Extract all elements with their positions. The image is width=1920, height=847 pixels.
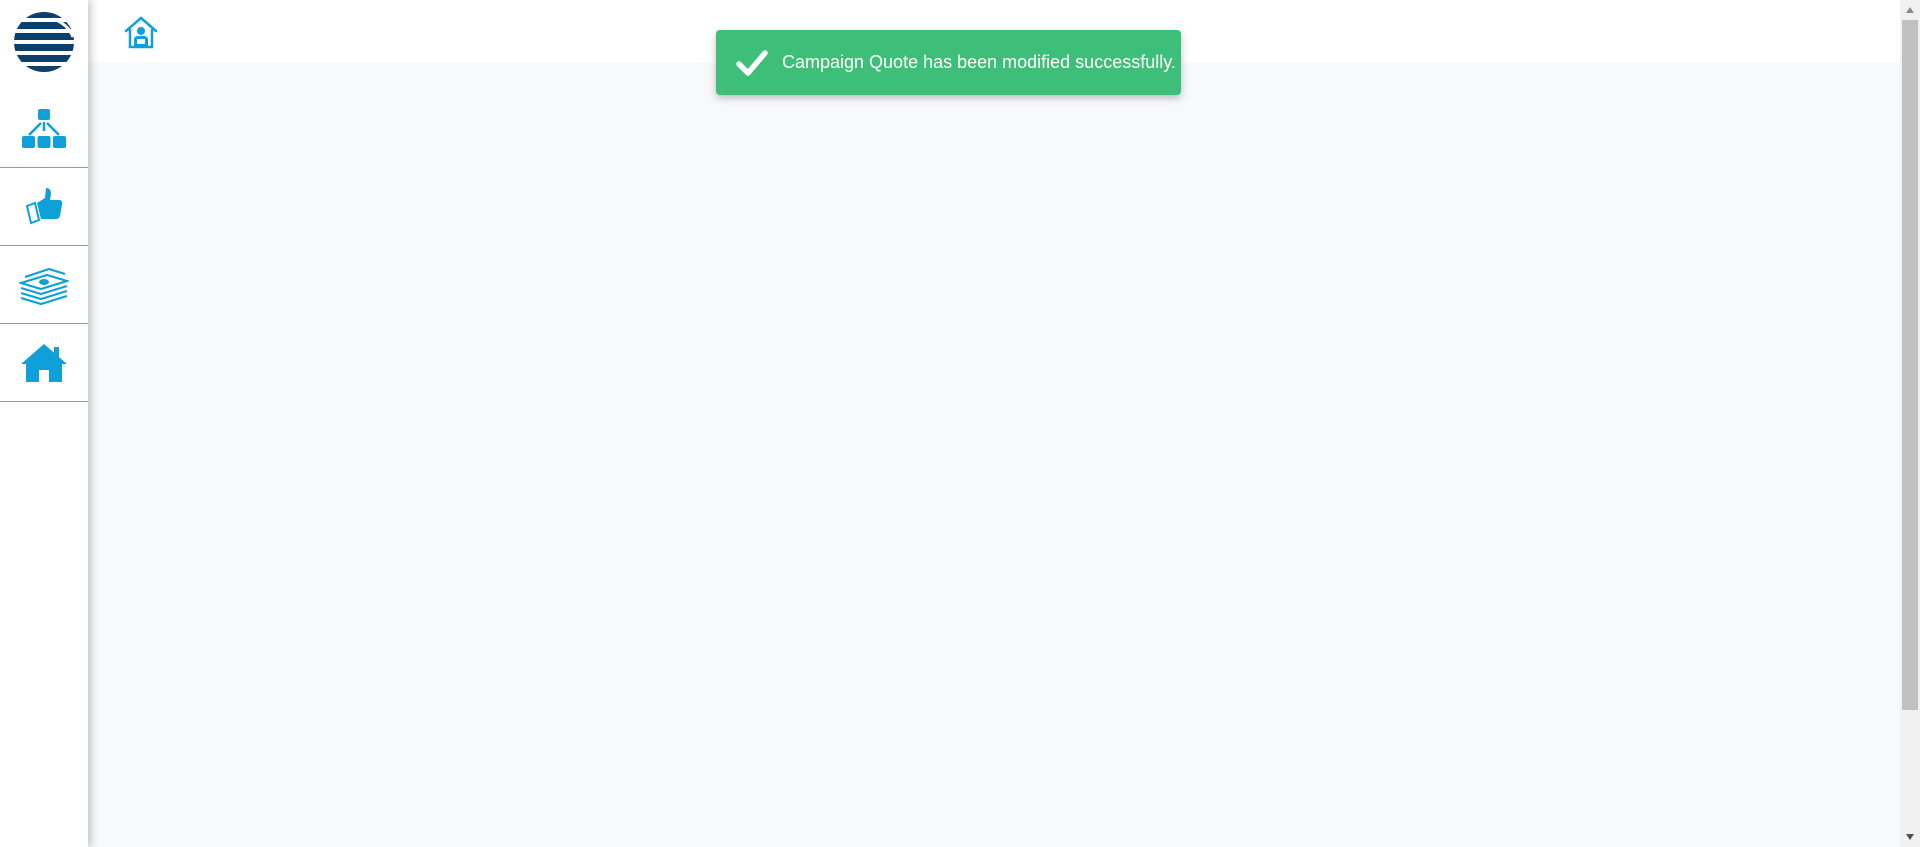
thumbs-up-icon bbox=[25, 187, 63, 224]
money-stack-icon bbox=[19, 267, 69, 305]
hierarchy-icon bbox=[22, 108, 66, 148]
sidebar bbox=[0, 0, 88, 847]
sidebar-item-finance[interactable] bbox=[0, 246, 88, 324]
sidebar-item-hierarchy[interactable] bbox=[0, 90, 88, 168]
vertical-scrollbar[interactable] bbox=[1900, 0, 1920, 847]
app-logo[interactable] bbox=[0, 0, 88, 88]
home-button[interactable] bbox=[124, 16, 158, 50]
checkmark-icon bbox=[736, 49, 768, 76]
sidebar-item-home[interactable] bbox=[0, 324, 88, 402]
globe-logo-icon bbox=[14, 12, 75, 72]
house-icon bbox=[21, 343, 67, 382]
scroll-thumb[interactable] bbox=[1902, 20, 1918, 710]
scroll-up-arrow-icon[interactable] bbox=[1906, 7, 1914, 13]
success-toast[interactable]: Campaign Quote has been modified success… bbox=[716, 30, 1181, 95]
user-home-icon bbox=[124, 16, 158, 49]
toast-message: Campaign Quote has been modified success… bbox=[782, 52, 1176, 72]
scroll-down-arrow-icon[interactable] bbox=[1906, 834, 1914, 840]
sidebar-item-approvals[interactable] bbox=[0, 168, 88, 246]
